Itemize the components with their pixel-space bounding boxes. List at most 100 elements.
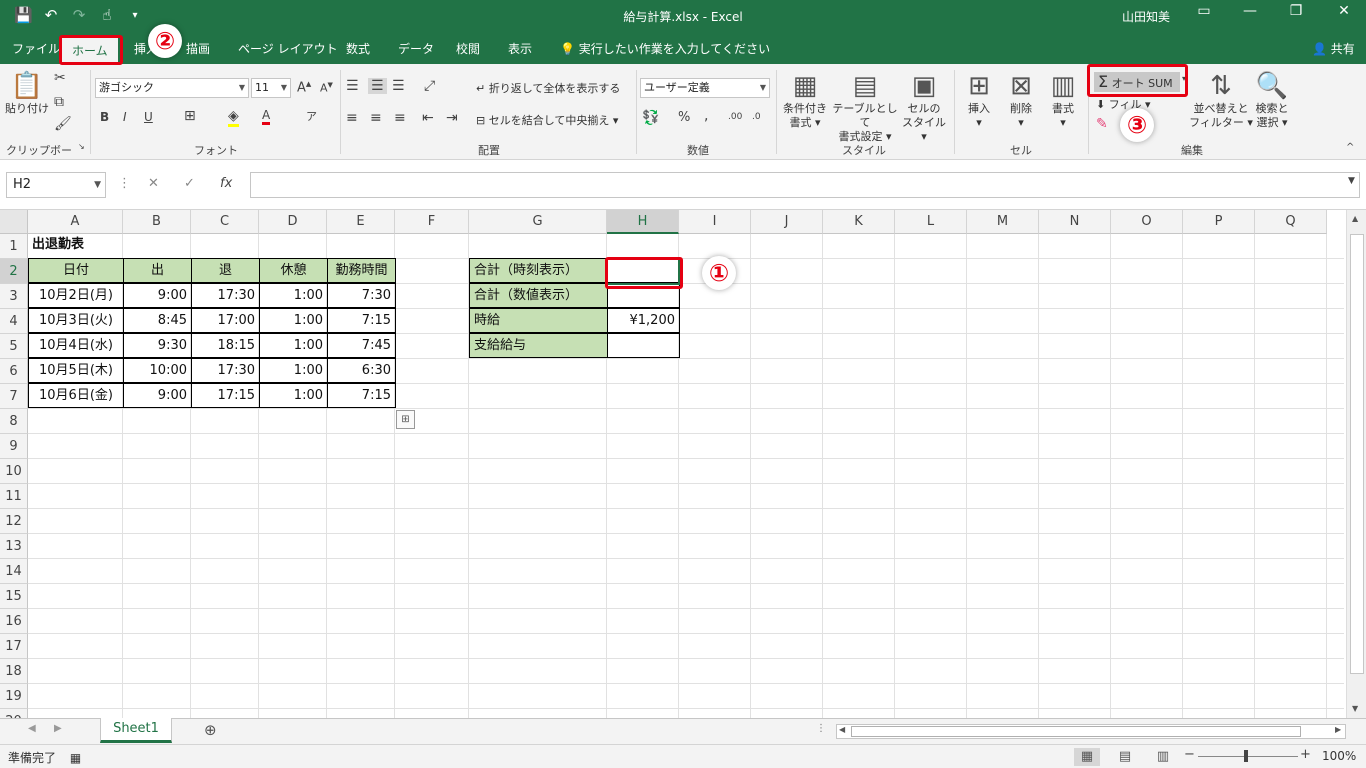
row-header-10[interactable]: 10 bbox=[0, 459, 28, 484]
insert-function-icon[interactable]: fx bbox=[220, 176, 232, 191]
minimize-icon[interactable]: — bbox=[1236, 3, 1264, 19]
column-header-q[interactable]: Q bbox=[1255, 210, 1327, 234]
scroll-left-icon[interactable]: ◀ bbox=[839, 725, 845, 734]
row-header-20[interactable]: 20 bbox=[0, 709, 28, 718]
table-cell[interactable]: 7:15 bbox=[327, 308, 396, 333]
column-header-p[interactable]: P bbox=[1183, 210, 1255, 234]
row-header-17[interactable]: 17 bbox=[0, 634, 28, 659]
table-cell[interactable]: 10月2日(月) bbox=[28, 283, 124, 308]
column-header-k[interactable]: K bbox=[823, 210, 895, 234]
row-header-11[interactable]: 11 bbox=[0, 484, 28, 509]
column-header-g[interactable]: G bbox=[469, 210, 607, 234]
table-header-cell[interactable]: 勤務時間 bbox=[327, 258, 396, 283]
user-name[interactable]: 山田知美 bbox=[1122, 8, 1170, 25]
format-painter-icon[interactable]: 🖌 bbox=[54, 116, 72, 132]
underline-icon[interactable]: U bbox=[144, 110, 153, 124]
align-right-icon[interactable]: ≡ bbox=[394, 110, 406, 126]
summary-label-cell[interactable]: 合計（時刻表示） bbox=[469, 258, 608, 283]
column-header-e[interactable]: E bbox=[327, 210, 395, 234]
quick-analysis-icon[interactable]: ⊞ bbox=[396, 410, 415, 429]
zoom-level[interactable]: 100% bbox=[1322, 749, 1356, 763]
wrap-text-button[interactable]: ↵ 折り返して全体を表示する bbox=[476, 80, 620, 96]
tab-split-handle[interactable]: ⋮ bbox=[816, 723, 826, 734]
table-header-cell[interactable]: 出 bbox=[123, 258, 192, 283]
share-button[interactable]: 👤 共有 bbox=[1312, 34, 1355, 64]
font-name-combo[interactable]: 游ゴシック ▼ bbox=[95, 78, 249, 98]
table-cell[interactable]: 1:00 bbox=[259, 358, 328, 383]
sort-filter-button[interactable]: ⇅ 並べ替えと フィルター ▾ bbox=[1188, 70, 1254, 130]
row-header-14[interactable]: 14 bbox=[0, 559, 28, 584]
align-top-icon[interactable]: ☰ bbox=[346, 78, 359, 94]
scroll-up-icon[interactable]: ▲ bbox=[1352, 214, 1358, 223]
table-header-cell[interactable]: 退 bbox=[191, 258, 260, 283]
clear-eraser-icon[interactable]: ✎ bbox=[1096, 116, 1108, 132]
conditional-formatting-button[interactable]: ▦ 条件付き 書式 ▾ bbox=[778, 70, 832, 130]
table-cell[interactable]: 1:00 bbox=[259, 283, 328, 308]
column-header-f[interactable]: F bbox=[395, 210, 469, 234]
decrease-font-icon[interactable]: A▼ bbox=[320, 81, 333, 95]
vertical-scroll-thumb[interactable] bbox=[1350, 234, 1364, 674]
table-cell[interactable]: 9:30 bbox=[123, 333, 192, 358]
sheet-tab-sheet1[interactable]: Sheet1 bbox=[100, 718, 172, 743]
percent-icon[interactable]: % bbox=[678, 110, 690, 125]
row-header-13[interactable]: 13 bbox=[0, 534, 28, 559]
tab-formulas[interactable]: 数式 bbox=[336, 34, 380, 64]
name-box[interactable]: H2 ▼ bbox=[6, 172, 106, 198]
increase-indent-icon[interactable]: ⇥ bbox=[446, 110, 458, 126]
collapse-ribbon-icon[interactable]: ^ bbox=[1346, 142, 1354, 153]
table-header-cell[interactable]: 休憩 bbox=[259, 258, 328, 283]
summary-label-cell[interactable]: 時給 bbox=[469, 308, 608, 333]
scroll-right-icon[interactable]: ▶ bbox=[1335, 725, 1341, 734]
format-as-table-button[interactable]: ▤ テーブルとして 書式設定 ▾ bbox=[830, 70, 900, 144]
column-header-d[interactable]: D bbox=[259, 210, 327, 234]
cut-icon[interactable]: ✂ bbox=[54, 70, 66, 86]
table-cell[interactable]: 10月4日(水) bbox=[28, 333, 124, 358]
select-all-corner[interactable] bbox=[0, 210, 28, 234]
row-header-3[interactable]: 3 bbox=[0, 284, 28, 309]
column-header-a[interactable]: A bbox=[28, 210, 123, 234]
row-header-15[interactable]: 15 bbox=[0, 584, 28, 609]
row-header-1[interactable]: 1 bbox=[0, 234, 28, 259]
column-header-c[interactable]: C bbox=[191, 210, 259, 234]
column-header-j[interactable]: J bbox=[751, 210, 823, 234]
table-cell[interactable]: 10:00 bbox=[123, 358, 192, 383]
accounting-format-icon[interactable]: 💱 bbox=[642, 110, 659, 126]
page-break-view-icon[interactable]: ▥ bbox=[1150, 748, 1176, 766]
copy-icon[interactable]: ⧉ bbox=[54, 94, 64, 110]
expand-formula-bar-icon[interactable]: ▼ bbox=[1348, 176, 1355, 186]
table-cell[interactable]: 17:30 bbox=[191, 283, 260, 308]
table-cell[interactable]: 9:00 bbox=[123, 283, 192, 308]
row-header-5[interactable]: 5 bbox=[0, 334, 28, 359]
table-cell[interactable]: 8:45 bbox=[123, 308, 192, 333]
summary-label-cell[interactable]: 支給給与 bbox=[469, 333, 608, 358]
column-header-n[interactable]: N bbox=[1039, 210, 1111, 234]
merge-center-button[interactable]: ⊟ セルを結合して中央揃え ▾ bbox=[476, 112, 618, 128]
column-header-l[interactable]: L bbox=[895, 210, 967, 234]
table-cell[interactable]: 10月5日(木) bbox=[28, 358, 124, 383]
phonetic-icon[interactable]: ア bbox=[306, 108, 317, 124]
number-format-combo[interactable]: ユーザー定義 ▼ bbox=[640, 78, 770, 98]
table-header-cell[interactable]: 日付 bbox=[28, 258, 124, 283]
delete-cells-button[interactable]: ⊠ 削除 ▾ bbox=[1000, 70, 1042, 130]
zoom-slider-thumb[interactable] bbox=[1244, 750, 1248, 762]
macro-record-icon[interactable]: ▦ bbox=[70, 751, 81, 765]
table-cell[interactable]: 17:15 bbox=[191, 383, 260, 408]
table-cell[interactable]: 10月6日(金) bbox=[28, 383, 124, 408]
tab-data[interactable]: データ bbox=[388, 34, 444, 64]
decrease-indent-icon[interactable]: ⇤ bbox=[422, 110, 434, 126]
row-header-18[interactable]: 18 bbox=[0, 659, 28, 684]
summary-value-cell[interactable] bbox=[607, 333, 680, 358]
page-layout-view-icon[interactable]: ▤ bbox=[1112, 748, 1138, 766]
tab-view[interactable]: 表示 bbox=[498, 34, 542, 64]
row-header-9[interactable]: 9 bbox=[0, 434, 28, 459]
row-header-7[interactable]: 7 bbox=[0, 384, 28, 409]
cell-styles-button[interactable]: ▣ セルの スタイル ▾ bbox=[898, 70, 950, 144]
vertical-scrollbar[interactable]: ▲ ▼ bbox=[1346, 210, 1366, 718]
zoom-out-icon[interactable]: − bbox=[1184, 747, 1195, 762]
cancel-icon[interactable]: ✕ bbox=[148, 176, 159, 191]
bold-icon[interactable]: B bbox=[100, 110, 109, 124]
fill-color-icon[interactable]: ◈ bbox=[228, 108, 239, 127]
column-header-h[interactable]: H bbox=[607, 210, 679, 234]
table-cell[interactable]: 10月3日(火) bbox=[28, 308, 124, 333]
formula-input[interactable] bbox=[250, 172, 1360, 198]
